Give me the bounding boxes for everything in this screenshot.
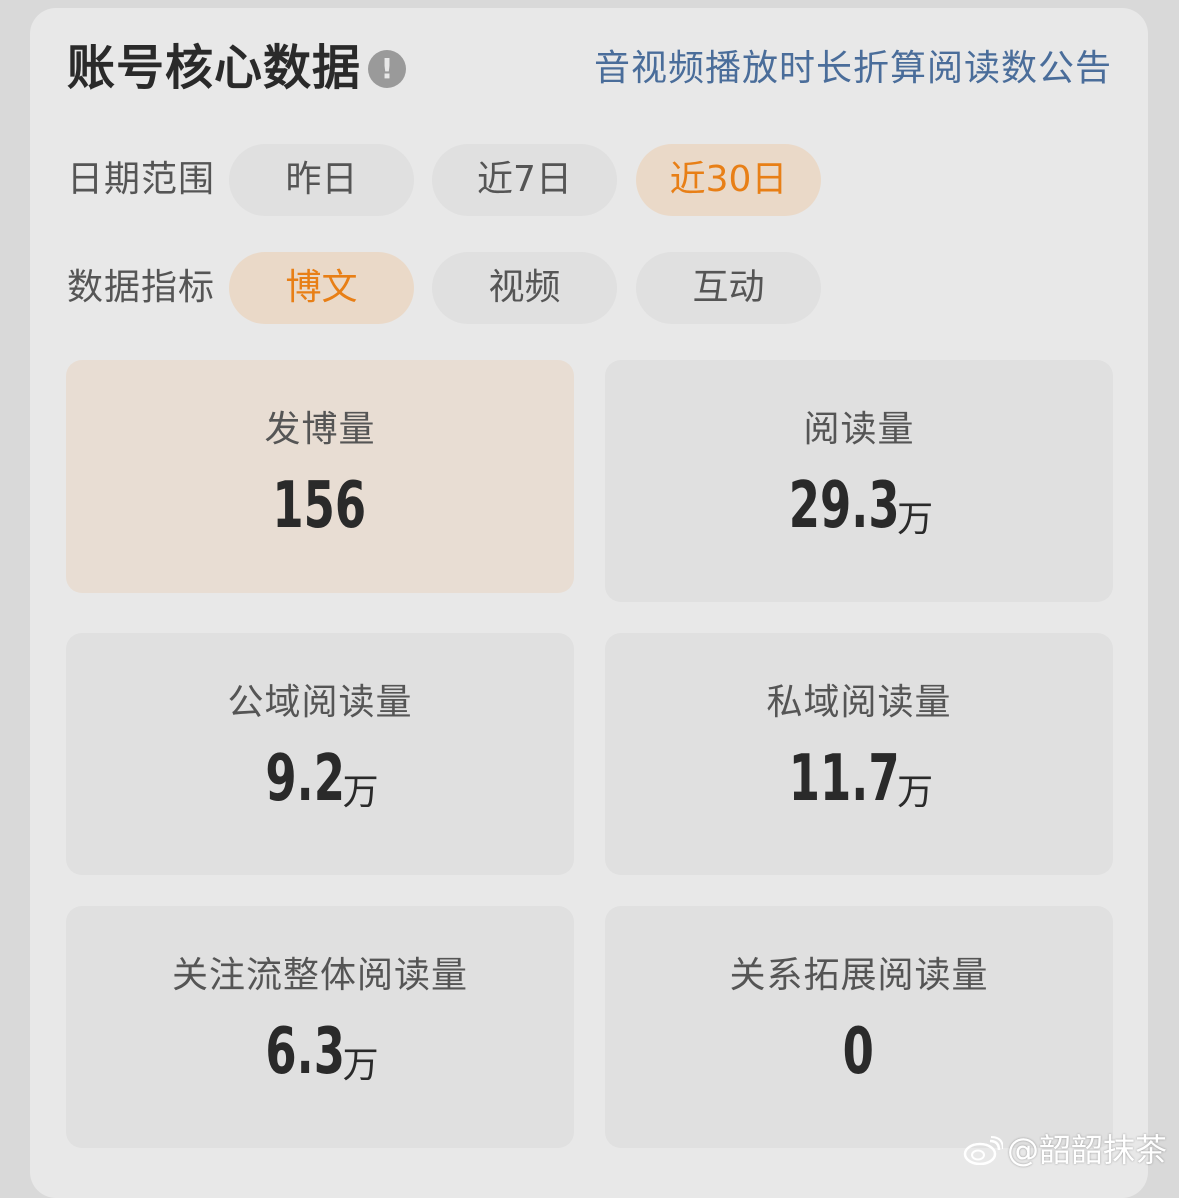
metric-card-posts[interactable]: 发博量 156 <box>66 360 574 593</box>
metric-label: 阅读量 <box>803 409 915 450</box>
info-icon[interactable]: ! <box>368 50 406 88</box>
metric-type-label: 数据指标 <box>67 267 216 308</box>
date-option-7days[interactable]: 近7日 <box>432 144 617 216</box>
metric-option-posts[interactable]: 博文 <box>229 252 414 324</box>
metric-card-follow-feed-reads[interactable]: 关注流整体阅读量 6.3万 <box>66 906 574 1148</box>
metric-label: 关系拓展阅读量 <box>729 955 989 996</box>
page-title: 账号核心数据 <box>67 40 362 96</box>
metric-value: 29.3万 <box>788 469 934 543</box>
metric-label: 发博量 <box>264 409 376 450</box>
date-option-30days[interactable]: 近30日 <box>636 144 821 216</box>
metric-label: 关注流整体阅读量 <box>171 955 468 996</box>
metric-value: 9.2万 <box>265 742 379 816</box>
metric-value: 11.7万 <box>788 742 934 816</box>
watermark-text: @韶韶抹茶 <box>1006 1131 1167 1169</box>
metric-option-interaction[interactable]: 互动 <box>636 252 821 324</box>
metric-value: 0 <box>842 1015 874 1089</box>
metric-option-video[interactable]: 视频 <box>432 252 617 324</box>
metric-value: 6.3万 <box>265 1015 379 1089</box>
date-range-label: 日期范围 <box>67 159 216 200</box>
metric-label: 公域阅读量 <box>227 682 413 723</box>
metric-card-public-reads[interactable]: 公域阅读量 9.2万 <box>66 633 574 875</box>
metric-card-relation-reads[interactable]: 关系拓展阅读量 0 <box>605 906 1113 1148</box>
metric-label: 私域阅读量 <box>766 682 952 723</box>
metric-card-private-reads[interactable]: 私域阅读量 11.7万 <box>605 633 1113 875</box>
weibo-icon <box>963 1136 1003 1165</box>
date-option-yesterday[interactable]: 昨日 <box>229 144 414 216</box>
notice-link[interactable]: 音视频播放时长折算阅读数公告 <box>594 44 1112 94</box>
watermark: @韶韶抹茶 <box>963 1128 1167 1172</box>
metric-card-reads[interactable]: 阅读量 29.3万 <box>605 360 1113 602</box>
metric-value: 156 <box>272 469 367 543</box>
